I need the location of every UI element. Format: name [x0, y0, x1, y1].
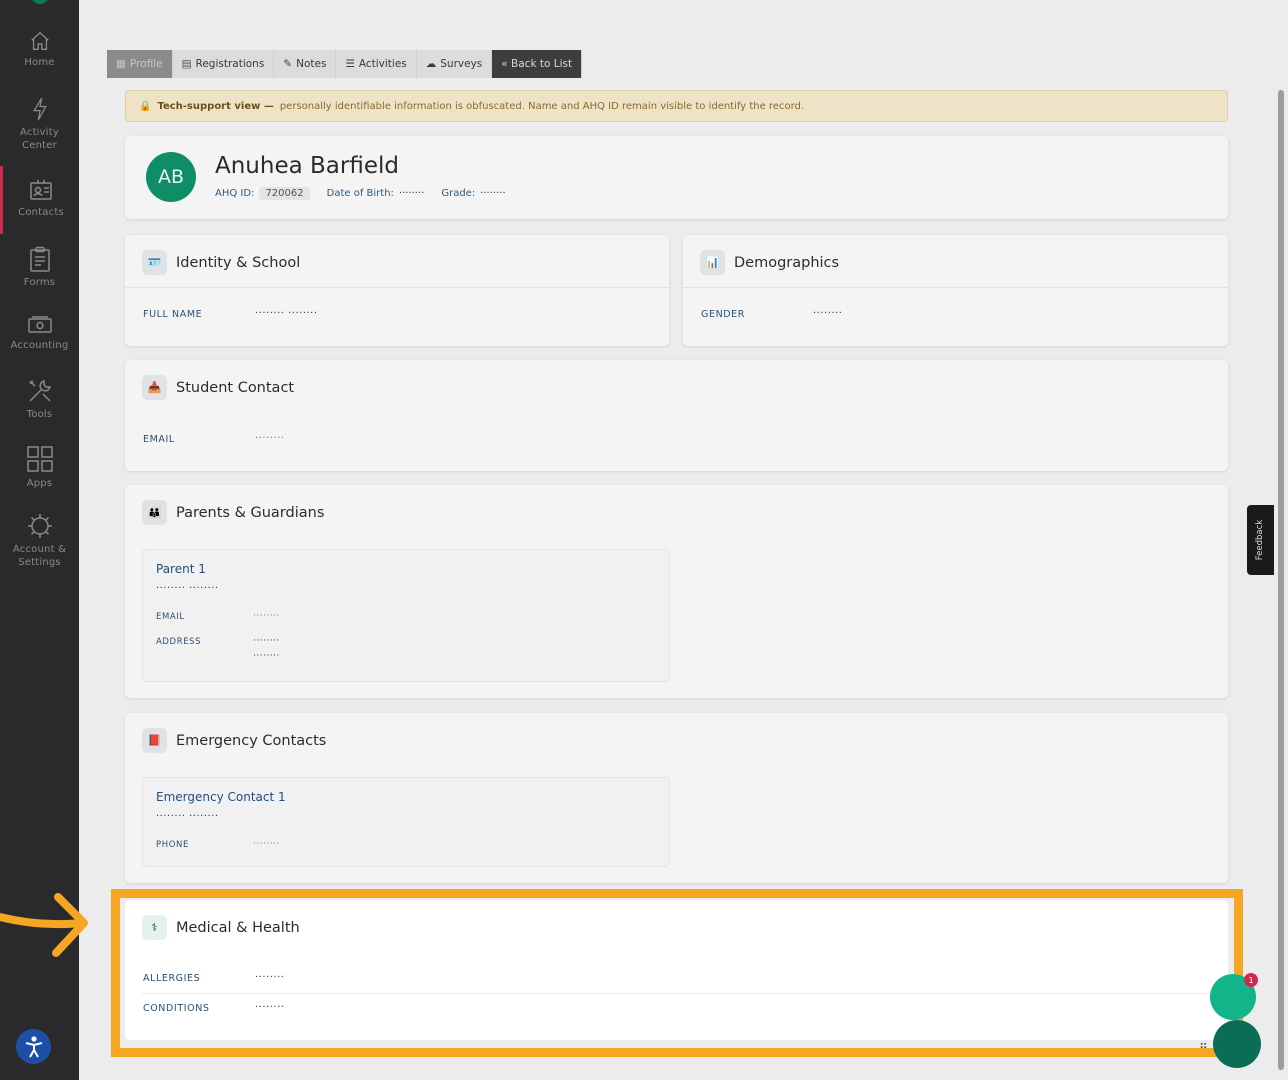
tools-icon — [28, 380, 51, 402]
sidebar-item-contacts[interactable]: Contacts — [0, 166, 79, 234]
sidebar-item-tools[interactable]: Tools — [0, 378, 79, 421]
edit-icon: ✎ — [283, 58, 293, 70]
id-card-icon: 🪪 — [142, 250, 167, 275]
sidebar-item-forms[interactable]: Forms — [0, 246, 79, 289]
lock-icon: 🔒 — [139, 100, 152, 112]
logo-icon — [31, 0, 49, 4]
tab-profile[interactable]: ▦ Profile — [107, 50, 173, 78]
page-title: Anuhea Barfield — [215, 153, 399, 179]
identity-card: 🪪 Identity & School FULL NAME ········ ··… — [125, 235, 669, 346]
back-to-list-button[interactable]: « Back to List — [492, 50, 583, 78]
clipboard-icon: ▤ — [181, 58, 192, 70]
sidebar-item-apps[interactable]: Apps — [0, 445, 79, 490]
ahq-id-badge: 720062 — [259, 187, 310, 200]
emergency-contact-1-card: Emergency Contact 1 ········ ········ PH… — [142, 777, 670, 867]
lightning-icon — [32, 97, 47, 121]
parents-card: 👪 Parents & Guardians Parent 1 ········ ·… — [125, 485, 1228, 698]
tab-surveys[interactable]: ☁ Surveys — [416, 50, 493, 78]
notification-badge: 1 — [1244, 973, 1258, 987]
student-contact-card: 📥 Student Contact EMAIL ········ — [125, 360, 1228, 471]
drag-handle-icon[interactable]: ⠶ — [1199, 1038, 1208, 1052]
feedback-tab[interactable]: Feedback — [1247, 505, 1274, 575]
profile-icon: ▦ — [116, 58, 126, 70]
profile-header-card: AB Anuhea Barfield AHQ ID: 720062 Date o… — [125, 136, 1228, 219]
highlight-box — [111, 889, 1243, 1057]
profile-tabs: ▦ Profile ▤ Registrations ✎ Notes ☰ Activiti… — [107, 50, 583, 78]
emergency-phone-icon: 📕 — [142, 728, 167, 753]
tab-registrations[interactable]: ▤ Registrations — [172, 50, 275, 78]
family-icon: 👪 — [142, 500, 167, 525]
email-link[interactable]: ········ — [255, 433, 284, 444]
money-icon — [27, 316, 52, 333]
cloud-icon: ☁ — [425, 58, 437, 70]
profile-meta: AHQ ID: 720062 Date of Birth: ········ G… — [215, 187, 506, 200]
parent-email-link[interactable]: ········ — [253, 611, 280, 621]
scrollbar[interactable] — [1274, 0, 1288, 1080]
phone-link[interactable]: ········ — [253, 839, 280, 849]
sidebar-item-accounting[interactable]: Accounting — [0, 315, 79, 352]
sidebar-item-account-settings[interactable]: Account & Settings — [0, 513, 79, 569]
accessibility-button[interactable] — [16, 1029, 51, 1064]
demographics-card: 📊 Demographics GENDER ········ — [683, 235, 1228, 346]
home-icon — [30, 31, 49, 50]
emergency-card: 📕 Emergency Contacts Emergency Contact 1 … — [125, 713, 1228, 883]
accessibility-icon — [25, 1035, 42, 1057]
avatar: AB — [146, 152, 196, 202]
apps-grid-icon — [26, 446, 53, 472]
gear-icon — [27, 514, 52, 538]
sidebar-item-activity-center[interactable]: Activity Center — [0, 96, 79, 152]
help-button[interactable] — [1213, 1020, 1261, 1068]
list-icon: ☰ — [345, 58, 355, 70]
scrollbar-thumb[interactable] — [1278, 90, 1284, 1070]
contacts-icon — [30, 180, 52, 200]
tab-notes[interactable]: ✎ Notes — [274, 50, 337, 78]
pointer-arrow-icon — [0, 893, 88, 957]
bar-chart-icon: 📊 — [700, 250, 725, 275]
sidebar-item-home[interactable]: Home — [0, 30, 79, 69]
clipboard-icon — [29, 246, 50, 272]
tech-support-banner: 🔒 Tech-support view — personally identif… — [125, 90, 1228, 122]
inbox-icon: 📥 — [142, 375, 167, 400]
parent-1-card: Parent 1 ········ ········ EMAIL ·······… — [142, 549, 670, 682]
tab-activities[interactable]: ☰ Activities — [336, 50, 417, 78]
